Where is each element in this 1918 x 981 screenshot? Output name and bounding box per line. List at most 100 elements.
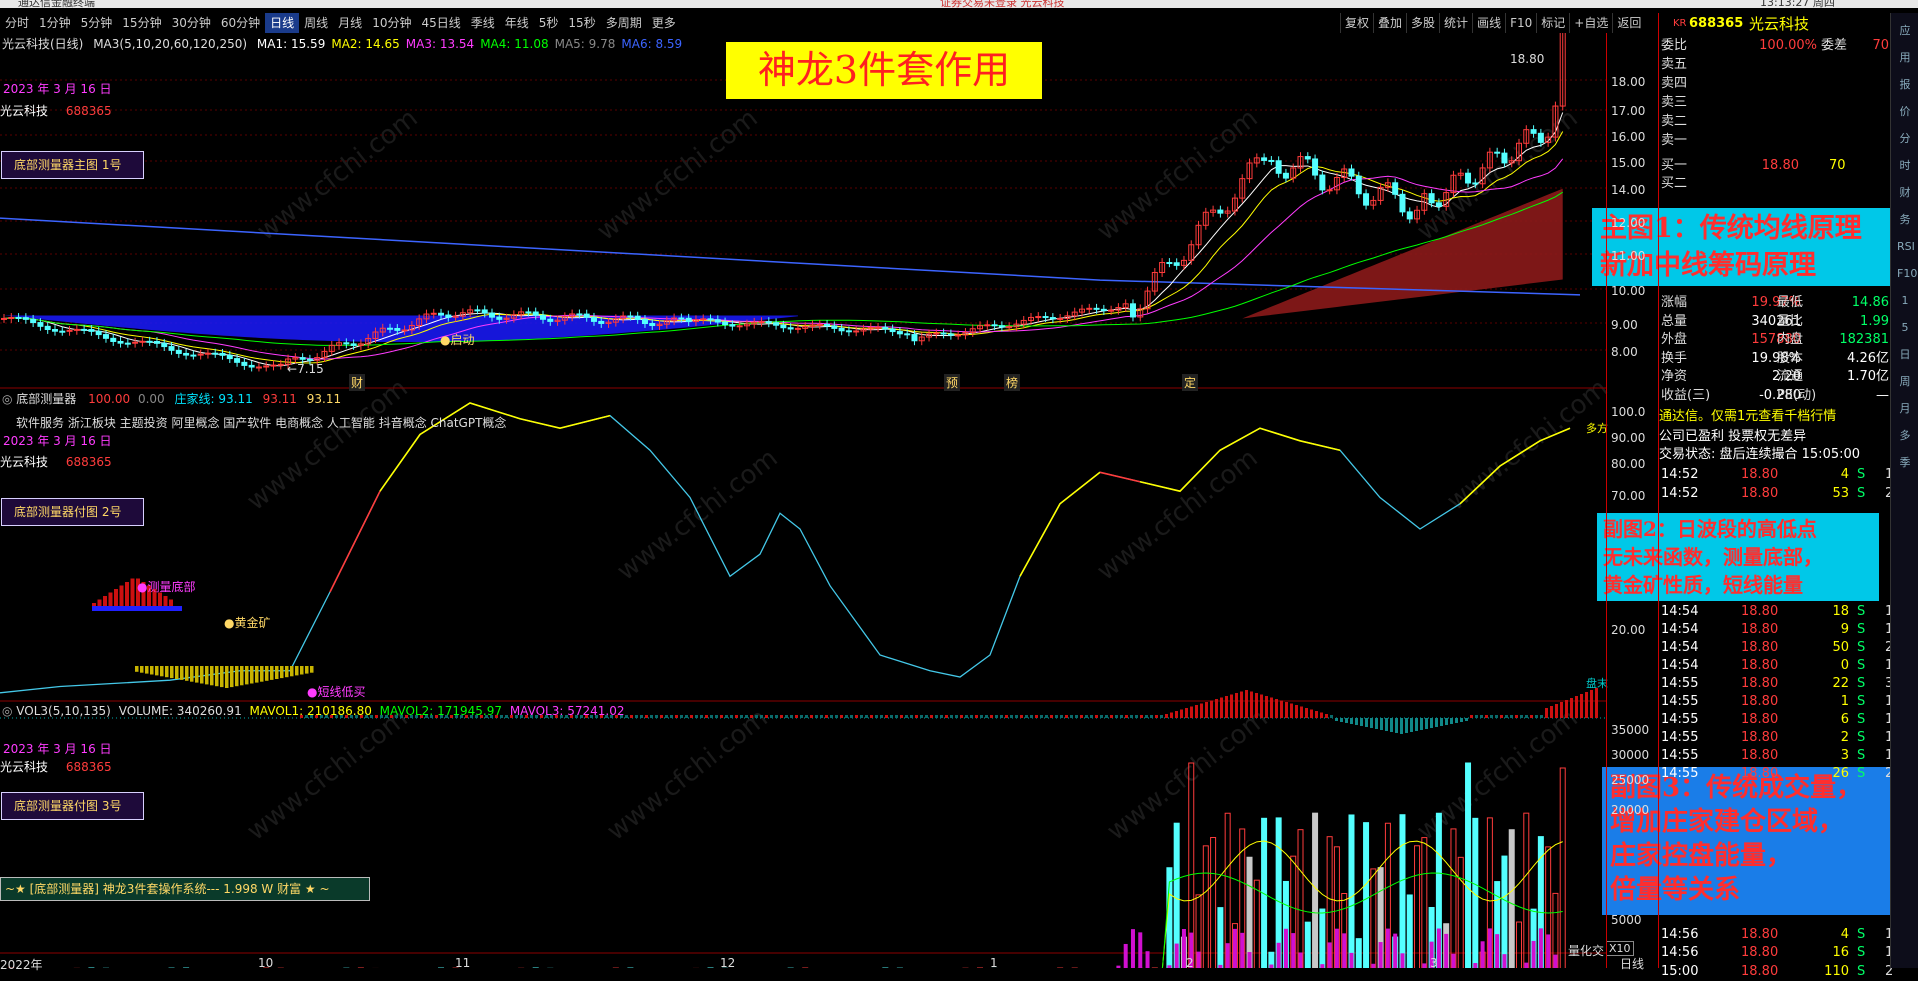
tool-button-3[interactable]: 统计 xyxy=(1439,13,1472,33)
period-14[interactable]: 15秒 xyxy=(563,13,600,33)
energy-bar xyxy=(1350,718,1353,724)
sidebar-button-5[interactable]: 时 xyxy=(1897,158,1913,174)
energy-bar xyxy=(730,715,733,718)
energy-bar xyxy=(1005,715,1008,718)
sidebar-button-12[interactable]: 日 xyxy=(1897,347,1913,363)
tick-row[interactable]: 14:5218.8053S2 xyxy=(1659,485,1918,503)
energy-bar xyxy=(915,715,918,718)
tick-price: 18.80 xyxy=(1741,676,1779,691)
period-12[interactable]: 年线 xyxy=(500,13,534,33)
volume-bar xyxy=(1406,894,1413,968)
period-16[interactable]: 更多 xyxy=(647,13,681,33)
event-marker-3: 定 xyxy=(1182,374,1199,391)
tool-button-2[interactable]: 多股 xyxy=(1406,13,1439,33)
tick-price: 18.80 xyxy=(1741,658,1779,673)
candle-body xyxy=(641,318,648,325)
period-9[interactable]: 10分钟 xyxy=(367,13,416,33)
period-5[interactable]: 60分钟 xyxy=(216,13,265,33)
tool-button-6[interactable]: 标记 xyxy=(1536,13,1569,33)
energy-bar xyxy=(1425,718,1428,729)
candle-body xyxy=(1093,307,1100,310)
weicha-value: 70 xyxy=(1872,38,1889,53)
gold-bar xyxy=(265,666,269,681)
sidebar-button-9[interactable]: F10 xyxy=(1897,266,1917,282)
gold-bar xyxy=(255,666,259,683)
tick-row[interactable]: 14:5518.803S1 xyxy=(1659,747,1918,765)
sub2-v3: 93.11 xyxy=(262,392,297,406)
period-1[interactable]: 1分钟 xyxy=(34,13,76,33)
tool-button-7[interactable]: +自选 xyxy=(1569,13,1612,33)
tick-row[interactable]: 14:5418.8018S1 xyxy=(1659,603,1918,621)
period-0[interactable]: 分时 xyxy=(0,13,34,33)
sidebar-button-15[interactable]: 多 xyxy=(1897,428,1913,444)
sidebar-button-8[interactable]: RSI xyxy=(1897,239,1915,255)
zhuang-bar xyxy=(1400,953,1405,968)
energy-bar xyxy=(1395,718,1398,733)
energy-bar xyxy=(1575,696,1578,718)
sidebar-button-0[interactable]: 应 xyxy=(1897,23,1913,39)
curve-yellow-seg xyxy=(1139,427,1341,493)
gold-bar xyxy=(300,666,304,675)
sidebar-button-14[interactable]: 月 xyxy=(1897,401,1913,417)
sidebar-button-2[interactable]: 报 xyxy=(1897,77,1913,93)
zhuang-bar xyxy=(1283,928,1288,968)
info-row-2: 公司已盈利 投票权无差异 xyxy=(1659,429,1807,444)
period-3[interactable]: 15分钟 xyxy=(117,13,166,33)
tool-button-4[interactable]: 画线 xyxy=(1472,13,1505,33)
energy-bar xyxy=(1145,715,1148,718)
tick-row[interactable]: 14:5518.801S1 xyxy=(1659,693,1918,711)
period-7[interactable]: 周线 xyxy=(299,13,333,33)
energy-bar xyxy=(1065,715,1068,718)
tool-button-8[interactable]: 返回 xyxy=(1612,13,1645,33)
period-6[interactable]: 日线 xyxy=(265,13,300,33)
tool-button-1[interactable]: 叠加 xyxy=(1373,13,1406,33)
tick-row[interactable]: 14:5418.809S1 xyxy=(1659,621,1918,639)
period-4[interactable]: 30分钟 xyxy=(167,13,216,33)
sidebar-button-13[interactable]: 周 xyxy=(1897,374,1913,390)
gold-bar xyxy=(275,666,279,679)
energy-bar xyxy=(1470,715,1473,718)
tick-row[interactable]: 14:5418.8050S2 xyxy=(1659,639,1918,657)
tick-row[interactable]: 14:5218.804S1 xyxy=(1659,466,1918,484)
sidebar-button-11[interactable]: 5 xyxy=(1897,320,1913,336)
energy-bar xyxy=(1490,715,1493,718)
sidebar-button-6[interactable]: 财 xyxy=(1897,185,1913,201)
tick-row[interactable]: 14:5518.8026S2 xyxy=(1659,765,1918,783)
period-2[interactable]: 5分钟 xyxy=(76,13,118,33)
sidebar-button-7[interactable]: 务 xyxy=(1897,212,1913,228)
sidebar-button-1[interactable]: 用 xyxy=(1897,50,1913,66)
tick-row[interactable]: 14:5618.804S1 xyxy=(1659,926,1918,944)
tool-button-0[interactable]: 复权 xyxy=(1340,13,1373,33)
period-10[interactable]: 45日线 xyxy=(416,13,465,33)
energy-bar xyxy=(1135,715,1138,718)
sidebar-button-10[interactable]: 1 xyxy=(1897,293,1913,309)
candle-body xyxy=(1166,262,1173,265)
tool-button-5[interactable]: F10 xyxy=(1505,13,1536,33)
quote-header: KR 688365 光云科技 xyxy=(1659,15,1891,35)
volume-bar xyxy=(1253,879,1260,968)
sidebar-button-3[interactable]: 价 xyxy=(1897,104,1913,120)
gold-bar xyxy=(140,666,144,673)
period-13[interactable]: 5秒 xyxy=(534,13,564,33)
tick-row[interactable]: 15:00 18.80 110 S 2 xyxy=(1659,963,1918,981)
tick-row[interactable]: 14:5518.8022S3 xyxy=(1659,675,1918,693)
buy1-volume: 70 xyxy=(1829,158,1846,173)
sub2-ytick-3: 70.00 xyxy=(1611,489,1646,503)
energy-bar xyxy=(1510,715,1513,718)
tick-row[interactable]: 14:5518.802S1 xyxy=(1659,729,1918,747)
sidebar-button-16[interactable]: 季 xyxy=(1897,455,1913,471)
energy-bar xyxy=(1400,718,1403,734)
period-11[interactable]: 季线 xyxy=(466,13,500,33)
period-8[interactable]: 月线 xyxy=(333,13,367,33)
y-axis: 18.00 17.00 16.00 15.00 14.00 12.00 11.00 10.00… xyxy=(1606,33,1658,968)
candle-body xyxy=(998,325,1005,328)
candle-body xyxy=(780,324,787,329)
candle-body xyxy=(590,316,597,322)
sidebar-button-4[interactable]: 分 xyxy=(1897,131,1913,147)
candle-body xyxy=(168,346,175,351)
tick-row[interactable]: 14:5618.8016S1 xyxy=(1659,944,1918,962)
kline-chart[interactable] xyxy=(0,33,1606,968)
tick-row[interactable]: 14:5518.806S1 xyxy=(1659,711,1918,729)
period-15[interactable]: 多周期 xyxy=(601,13,647,33)
tick-row[interactable]: 14:5418.800S1 xyxy=(1659,657,1918,675)
